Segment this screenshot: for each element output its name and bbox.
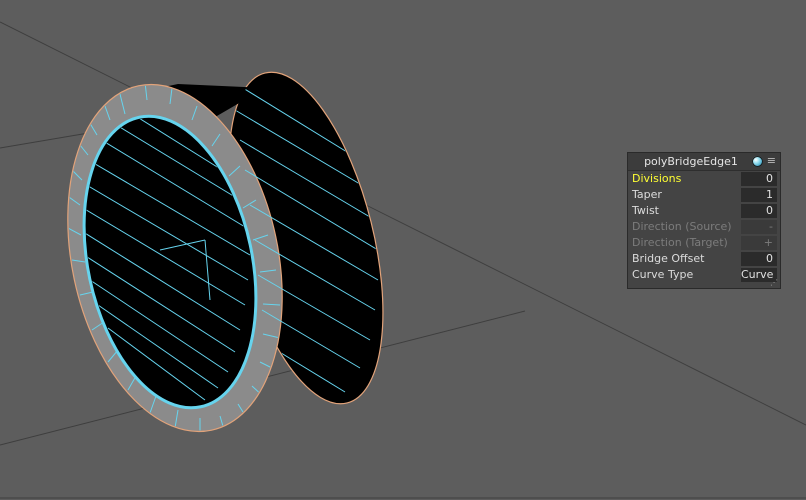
attribute-label[interactable]: Divisions (632, 171, 681, 187)
channel-box: polyBridgeEdge1 ≡ Divisions 0 Taper 1 Tw… (627, 152, 781, 289)
attribute-value[interactable]: 1 (741, 188, 777, 202)
attribute-label[interactable]: Twist (632, 203, 659, 219)
attribute-value[interactable]: 0 (741, 252, 777, 266)
node-name[interactable]: polyBridgeEdge1 (628, 155, 754, 168)
attribute-label[interactable]: Bridge Offset (632, 251, 704, 267)
attribute-label[interactable]: Taper (632, 187, 662, 203)
attribute-row-bridge-offset[interactable]: Bridge Offset 0 (628, 251, 780, 267)
attribute-value[interactable]: 0 (741, 172, 777, 186)
attribute-label: Direction (Target) (632, 236, 728, 249)
attribute-label: Direction (Source) (632, 220, 732, 233)
attribute-value[interactable]: 0 (741, 204, 777, 218)
attribute-row-direction-target: Direction (Target) + (628, 235, 780, 251)
attribute-row-direction-source: Direction (Source) - (628, 219, 780, 235)
attribute-row-twist[interactable]: Twist 0 (628, 203, 780, 219)
attribute-row-curve-type[interactable]: Curve Type Curve (628, 267, 780, 283)
attribute-row-divisions[interactable]: Divisions 0 (628, 171, 780, 187)
attribute-row-taper[interactable]: Taper 1 (628, 187, 780, 203)
channel-box-header: polyBridgeEdge1 ≡ (628, 153, 780, 171)
attribute-value: - (741, 220, 777, 234)
sphere-icon[interactable] (752, 156, 763, 167)
menu-icon[interactable]: ≡ (767, 154, 776, 168)
attribute-value: + (741, 236, 777, 250)
attribute-label[interactable]: Curve Type (632, 267, 693, 283)
resize-grip-icon[interactable]: ⋰ (770, 279, 778, 287)
